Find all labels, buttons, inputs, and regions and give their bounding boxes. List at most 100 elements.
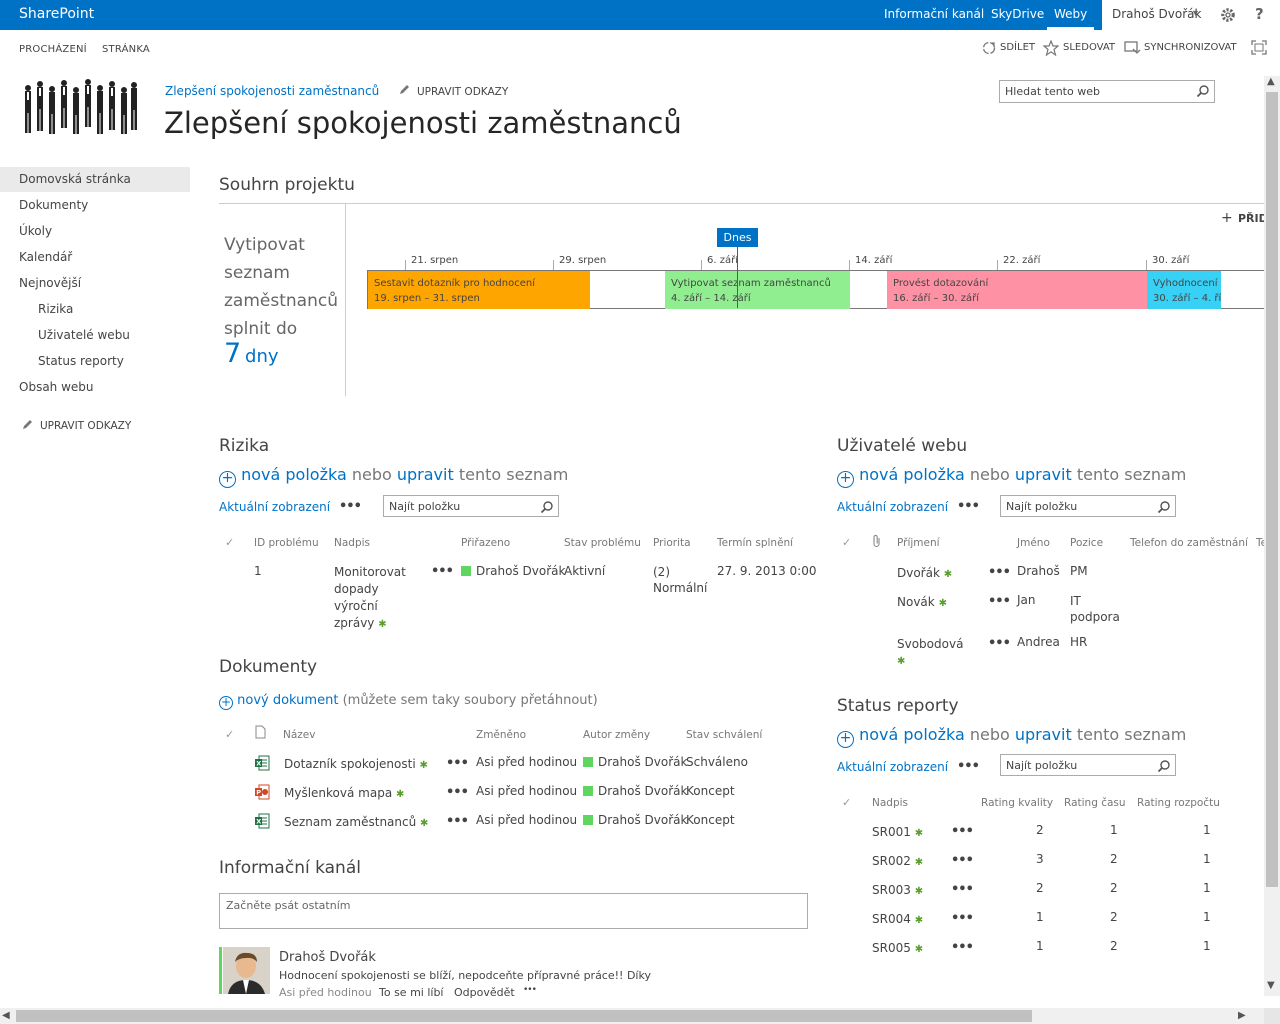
document-name-link[interactable]: Seznam zaměstnanců ✱ <box>284 815 428 829</box>
add-circle-icon[interactable]: + <box>837 471 854 488</box>
nav-item-documents[interactable]: Dokumenty <box>19 198 88 212</box>
users-new-item[interactable]: nová položka <box>859 465 965 484</box>
select-all-check-icon[interactable]: ✓ <box>842 796 851 809</box>
column-header[interactable]: Nadpis <box>872 797 908 809</box>
item-menu-button[interactable]: ••• <box>988 594 1011 609</box>
nav-item-home[interactable]: Domovská stránka <box>0 167 190 192</box>
add-circle-icon[interactable]: + <box>219 471 236 488</box>
focus-content-icon[interactable] <box>1251 40 1267 55</box>
status-report-link[interactable]: SR002 ✱ <box>872 854 923 868</box>
status-report-link[interactable]: SR003 ✱ <box>872 883 923 897</box>
status-report-link[interactable]: SR001 ✱ <box>872 825 923 839</box>
risks-title[interactable]: Rizika <box>219 436 269 456</box>
status-report-link[interactable]: SR004 ✱ <box>872 912 923 926</box>
document-author[interactable]: Drahoš Dvořák <box>583 784 687 798</box>
column-header[interactable]: Rating rozpočtu <box>1137 797 1220 809</box>
item-menu-button[interactable]: ••• <box>446 785 469 800</box>
nav-item-site-contents[interactable]: Obsah webu <box>19 380 94 394</box>
item-menu-button[interactable]: ••• <box>951 824 974 839</box>
newsfeed-post-input[interactable]: Začněte psát ostatním <box>219 893 808 929</box>
breadcrumb[interactable]: Zlepšení spokojenosti zaměstnanců <box>165 84 379 98</box>
vertical-scrollbar[interactable]: ▲ ▼ <box>1264 76 1280 996</box>
users-current-view[interactable]: Aktuální zobrazení <box>837 500 948 514</box>
search-icon[interactable] <box>540 500 554 514</box>
item-menu-button[interactable]: ••• <box>951 882 974 897</box>
risks-more-views[interactable]: ••• <box>339 499 362 514</box>
status-new-item[interactable]: nová položka <box>859 725 965 744</box>
nav-item-calendar[interactable]: Kalendář <box>19 250 72 264</box>
timeline-task[interactable]: Provést dotazování 16. září – 30. září <box>887 271 1147 309</box>
edit-links-nav[interactable]: UPRAVIT ODKAZY <box>40 420 131 432</box>
like-button[interactable]: To se mi líbí <box>379 986 444 999</box>
column-header[interactable]: Autor změny <box>583 729 650 741</box>
column-header[interactable]: Jméno <box>1017 537 1050 549</box>
site-logo[interactable] <box>20 78 140 136</box>
item-menu-button[interactable]: ••• <box>446 756 469 771</box>
users-edit-list[interactable]: upravit <box>1015 465 1072 484</box>
nav-item-site-users[interactable]: Uživatelé webu <box>38 328 130 342</box>
item-menu-button[interactable]: ••• <box>431 564 454 579</box>
add-circle-icon[interactable]: + <box>837 731 854 748</box>
vertical-scroll-thumb[interactable] <box>1266 92 1278 887</box>
search-icon[interactable] <box>1196 84 1210 98</box>
risks-search-input[interactable]: Najít položku <box>383 495 559 517</box>
item-menu-button[interactable]: ••• <box>951 853 974 868</box>
risk-id-link[interactable]: 1 <box>254 564 262 578</box>
brand-logo[interactable]: SharePoint <box>19 6 94 22</box>
timeline-task[interactable]: Vyhodnocení 30. září – 4. říjen <box>1147 271 1221 309</box>
column-header[interactable]: Přiřazeno <box>461 537 510 549</box>
site-search-input[interactable]: Hledat tento web <box>999 80 1215 103</box>
users-more-views[interactable]: ••• <box>957 499 980 514</box>
follow-button[interactable]: SLEDOVAT <box>1063 42 1115 53</box>
search-icon[interactable] <box>1157 500 1171 514</box>
user-menu[interactable]: Drahoš Dvořák ▾ ? <box>1102 0 1280 30</box>
column-header[interactable]: Stav problému <box>564 537 641 549</box>
document-author[interactable]: Drahoš Dvořák <box>583 813 687 827</box>
share-button[interactable]: SDÍLET <box>1000 42 1035 53</box>
suite-link-skydrive[interactable]: SkyDrive <box>991 7 1044 21</box>
reply-button[interactable]: Odpovědět <box>454 986 515 999</box>
user-last-name[interactable]: Svobodová ✱ <box>897 635 963 671</box>
item-menu-button[interactable]: ••• <box>951 911 974 926</box>
risk-assigned[interactable]: Drahoš Dvořák <box>461 564 565 578</box>
risks-current-view[interactable]: Aktuální zobrazení <box>219 500 330 514</box>
column-header[interactable]: Změněno <box>476 729 526 741</box>
risks-new-item[interactable]: nová položka <box>241 465 347 484</box>
nav-item-risks[interactable]: Rizika <box>38 302 73 316</box>
status-reports-title[interactable]: Status reporty <box>837 696 959 716</box>
scroll-right-icon[interactable]: ▶ <box>1238 1010 1246 1021</box>
status-edit-list[interactable]: upravit <box>1015 725 1072 744</box>
search-icon[interactable] <box>1157 759 1171 773</box>
user-last-name[interactable]: Novák ✱ <box>897 595 947 609</box>
nav-item-recent[interactable]: Nejnovější <box>19 276 81 290</box>
users-title[interactable]: Uživatelé webu <box>837 436 967 456</box>
user-last-name[interactable]: Dvořák ✱ <box>897 566 952 580</box>
suite-link-sites-active[interactable]: Weby <box>1054 7 1087 21</box>
post-more-button[interactable]: ••• <box>523 985 537 995</box>
item-menu-button[interactable]: ••• <box>988 565 1011 580</box>
column-header[interactable]: Nadpis <box>334 537 370 549</box>
sync-button[interactable]: SYNCHRONIZOVAT <box>1144 42 1237 53</box>
horizontal-scroll-thumb[interactable] <box>16 1010 1032 1022</box>
scroll-left-icon[interactable]: ◀ <box>2 1010 10 1021</box>
column-header[interactable]: Název <box>283 729 315 741</box>
risk-title[interactable]: Monitorovat dopady výroční zprávy ✱ <box>334 564 406 633</box>
timeline-task[interactable]: Vytipovat seznam zaměstnanců 4. září – 1… <box>665 271 850 309</box>
ribbon-tab-page[interactable]: STRÁNKA <box>102 44 150 55</box>
nav-item-status-reports[interactable]: Status reporty <box>38 354 124 368</box>
help-icon[interactable]: ? <box>1255 5 1264 23</box>
document-name-link[interactable]: Dotazník spokojenosti ✱ <box>284 757 428 771</box>
column-header[interactable]: Rating času <box>1064 797 1126 809</box>
users-search-input[interactable]: Najít položku <box>1000 495 1176 517</box>
select-all-check-icon[interactable]: ✓ <box>842 536 851 549</box>
column-header[interactable]: Příjmení <box>897 537 940 549</box>
column-header[interactable]: Priorita <box>653 537 691 549</box>
status-more-views[interactable]: ••• <box>957 759 980 774</box>
column-header[interactable]: ID problému <box>254 537 319 549</box>
item-menu-button[interactable]: ••• <box>988 636 1011 651</box>
post-time[interactable]: Asi před hodinou <box>279 986 372 999</box>
avatar[interactable] <box>223 947 270 994</box>
new-document-link[interactable]: nový dokument <box>237 693 338 708</box>
gear-icon[interactable] <box>1219 6 1237 24</box>
suite-link-newsfeed[interactable]: Informační kanál <box>884 7 984 21</box>
